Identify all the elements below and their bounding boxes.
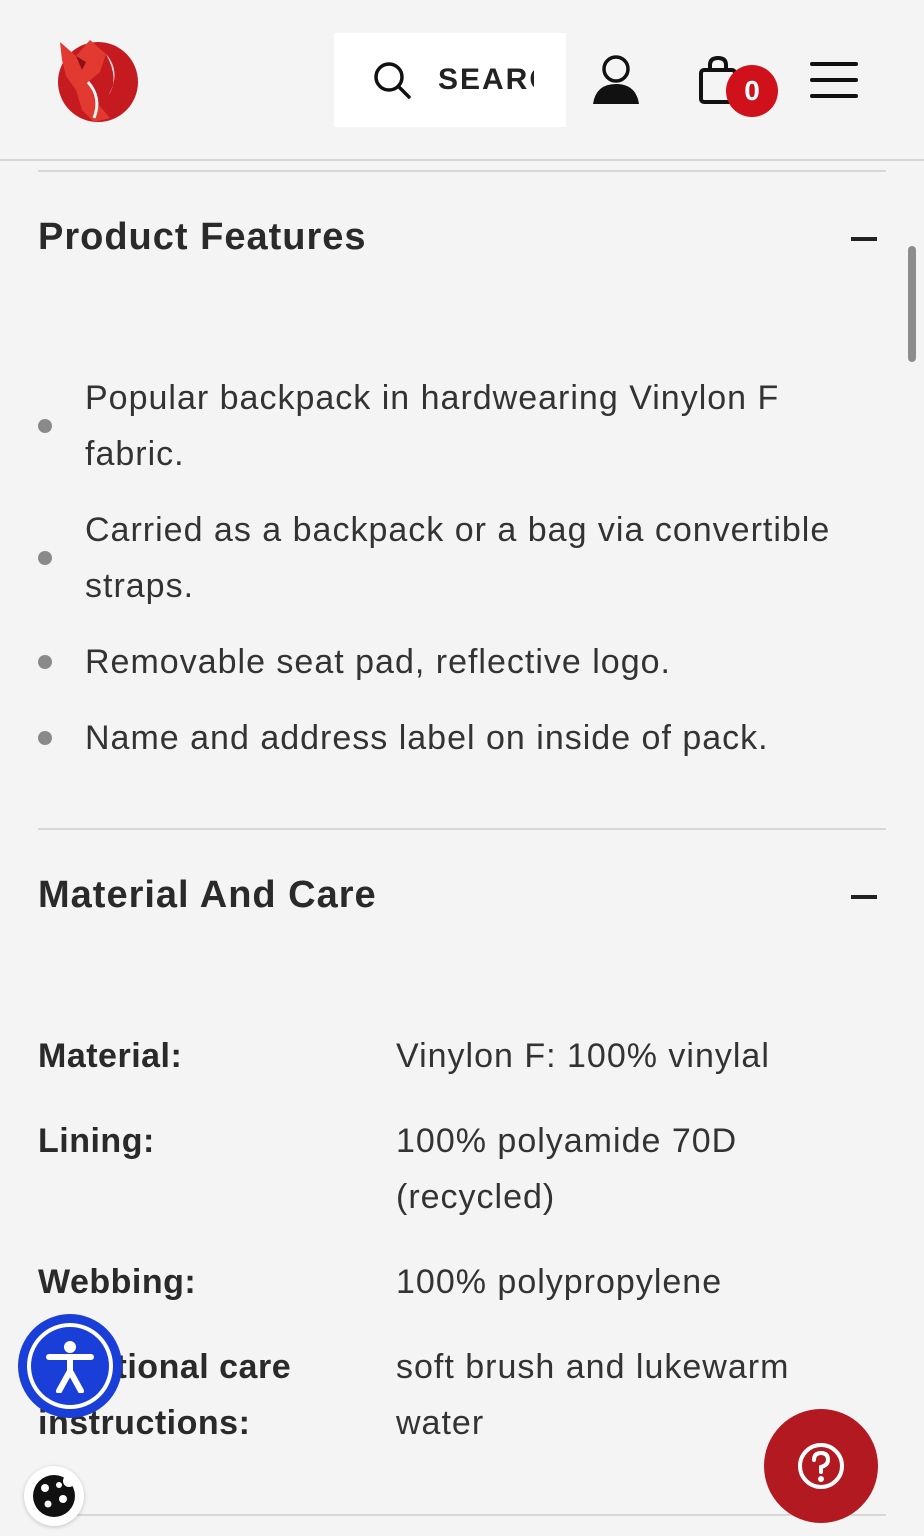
table-row: Material: Vinylon F: 100% vinylal bbox=[38, 1028, 888, 1084]
help-question-icon bbox=[798, 1443, 844, 1489]
accessibility-icon bbox=[27, 1323, 113, 1409]
minus-icon bbox=[851, 237, 877, 241]
fox-logo-icon[interactable] bbox=[50, 32, 140, 128]
spec-value: 100% polypropylene bbox=[396, 1263, 723, 1301]
cart-button[interactable]: 0 bbox=[694, 55, 784, 120]
bullet-icon bbox=[38, 419, 52, 433]
material-care-title[interactable]: Material And Care bbox=[38, 874, 377, 917]
scrollbar[interactable] bbox=[908, 246, 916, 362]
product-features-collapse-button[interactable] bbox=[849, 224, 879, 254]
material-care-table: Material: Vinylon F: 100% vinylal Lining… bbox=[38, 1028, 888, 1480]
list-item: Carried as a backpack or a bag via conve… bbox=[38, 502, 888, 614]
spec-value: 100% polyamide 70D (recycled) bbox=[396, 1122, 738, 1216]
help-button[interactable] bbox=[764, 1409, 878, 1523]
spec-value: Vinylon F: 100% vinylal bbox=[396, 1037, 770, 1075]
user-icon[interactable] bbox=[590, 54, 642, 106]
accessibility-button[interactable] bbox=[18, 1314, 122, 1418]
site-header: SEARCH 0 bbox=[0, 0, 924, 161]
minus-icon bbox=[851, 895, 877, 899]
spec-key: Webbing: bbox=[38, 1263, 197, 1301]
product-features-list: Popular backpack in hardwearing Vinylon … bbox=[38, 370, 888, 786]
search-label: SEARCH bbox=[438, 63, 534, 96]
divider bbox=[38, 828, 886, 830]
spec-value: soft brush and lukewarm water bbox=[396, 1348, 790, 1442]
list-item: Name and address label on inside of pack… bbox=[38, 710, 888, 766]
bullet-icon bbox=[38, 551, 52, 565]
cart-count-badge: 0 bbox=[726, 65, 778, 117]
search-button[interactable]: SEARCH bbox=[334, 33, 566, 127]
search-icon bbox=[372, 60, 412, 100]
spec-key: Material: bbox=[38, 1037, 183, 1075]
table-row: Additional care instructions: soft brush… bbox=[38, 1339, 888, 1451]
bullet-icon bbox=[38, 655, 52, 669]
material-care-collapse-button[interactable] bbox=[849, 882, 879, 912]
list-item: Popular backpack in hardwearing Vinylon … bbox=[38, 370, 888, 482]
hamburger-menu-icon[interactable] bbox=[810, 62, 858, 98]
list-item: Removable seat pad, reflective logo. bbox=[38, 634, 888, 690]
table-row: Lining: 100% polyamide 70D (recycled) bbox=[38, 1113, 888, 1225]
divider bbox=[38, 170, 886, 172]
divider bbox=[38, 1514, 886, 1516]
product-features-title[interactable]: Product Features bbox=[38, 216, 367, 259]
bullet-icon bbox=[38, 731, 52, 745]
spec-key: Lining: bbox=[38, 1122, 155, 1160]
cookie-icon[interactable] bbox=[24, 1466, 84, 1526]
table-row: Webbing: 100% polypropylene bbox=[38, 1254, 888, 1310]
